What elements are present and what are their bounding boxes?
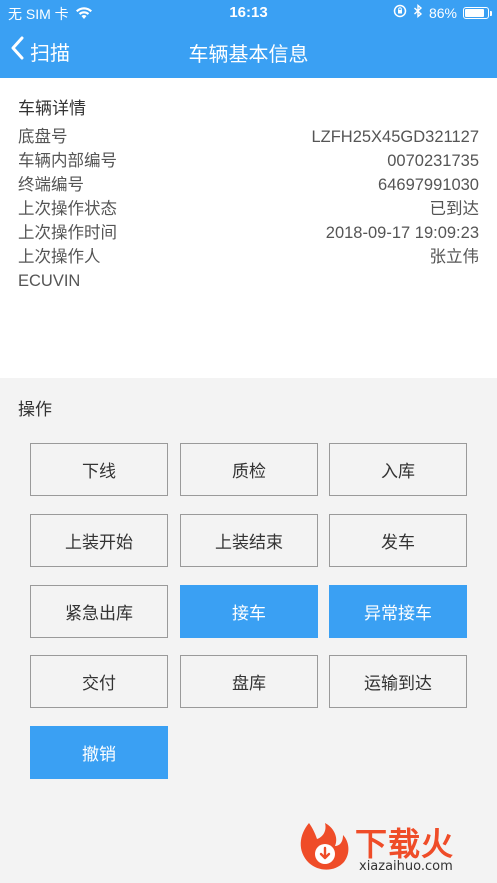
operation-button[interactable]: 紧急出库 (30, 585, 168, 638)
detail-label: 终端编号 (18, 176, 84, 194)
operation-button[interactable]: 撤销 (30, 726, 168, 779)
detail-row: 底盘号 LZFH25X45GD321127 (18, 126, 479, 150)
detail-row: 车辆内部编号 0070231735 (18, 150, 479, 174)
operation-button[interactable]: 接车 (180, 585, 318, 638)
detail-value: 已到达 (429, 200, 480, 218)
detail-label: 上次操作状态 (18, 200, 117, 218)
battery-percent: 86% (428, 4, 457, 21)
vehicle-details-card: 车辆详情 底盘号 LZFH25X45GD321127 车辆内部编号 007023173… (0, 78, 497, 378)
detail-value: LZFH25X45GD321127 (311, 128, 479, 146)
detail-row: 终端编号 64697991030 (18, 174, 479, 198)
operation-button[interactable]: 上装开始 (30, 514, 168, 567)
detail-value: 2018-09-17 19:09:23 (325, 224, 479, 242)
detail-value: 0070231735 (387, 152, 479, 170)
page-title: 车辆基本信息 (188, 44, 309, 66)
operation-button[interactable]: 盘库 (180, 655, 318, 708)
detail-label: 上次操作人 (18, 248, 101, 266)
nav-bar: 扫描 车辆基本信息 (0, 26, 497, 78)
battery-level-fill (465, 8, 484, 17)
details-heading: 车辆详情 (18, 99, 86, 118)
watermark: 下载火 xiazaihuo.com (293, 815, 495, 881)
operation-button[interactable]: 异常接车 (329, 585, 467, 638)
detail-row: ECUVIN (18, 270, 479, 294)
detail-label: ECUVIN (18, 272, 81, 290)
operation-button[interactable]: 入库 (329, 443, 467, 496)
operation-button[interactable]: 质检 (180, 443, 318, 496)
detail-value: 64697991030 (378, 176, 479, 194)
flame-logo-icon (300, 823, 349, 870)
detail-row: 上次操作状态 已到达 (18, 198, 479, 222)
detail-value: 张立伟 (429, 248, 480, 266)
details-list: 底盘号 LZFH25X45GD321127 车辆内部编号 0070231735 终端编号… (18, 126, 479, 294)
battery-icon (463, 6, 492, 19)
detail-row: 上次操作时间 2018-09-17 19:09:23 (18, 222, 479, 246)
detail-label: 底盘号 (18, 128, 68, 146)
operation-button[interactable]: 下线 (30, 443, 168, 496)
status-bar: 无 SIM 卡 16:13 86% (0, 0, 497, 26)
detail-label: 车辆内部编号 (18, 152, 117, 170)
operations-heading: 操作 (18, 400, 52, 419)
watermark-url: xiazaihuo.com (359, 859, 453, 874)
detail-row: 上次操作人 张立伟 (18, 246, 479, 270)
top-bar: 无 SIM 卡 16:13 86% 扫描 车辆基本信息 (0, 0, 497, 78)
operation-button[interactable]: 发车 (329, 514, 467, 567)
operation-button[interactable]: 上装结束 (180, 514, 318, 567)
orientation-lock-icon (393, 4, 407, 21)
bluetooth-icon (413, 4, 423, 21)
detail-label: 上次操作时间 (18, 224, 117, 242)
operation-button[interactable]: 交付 (30, 655, 168, 708)
operation-button[interactable]: 运输到达 (329, 655, 467, 708)
